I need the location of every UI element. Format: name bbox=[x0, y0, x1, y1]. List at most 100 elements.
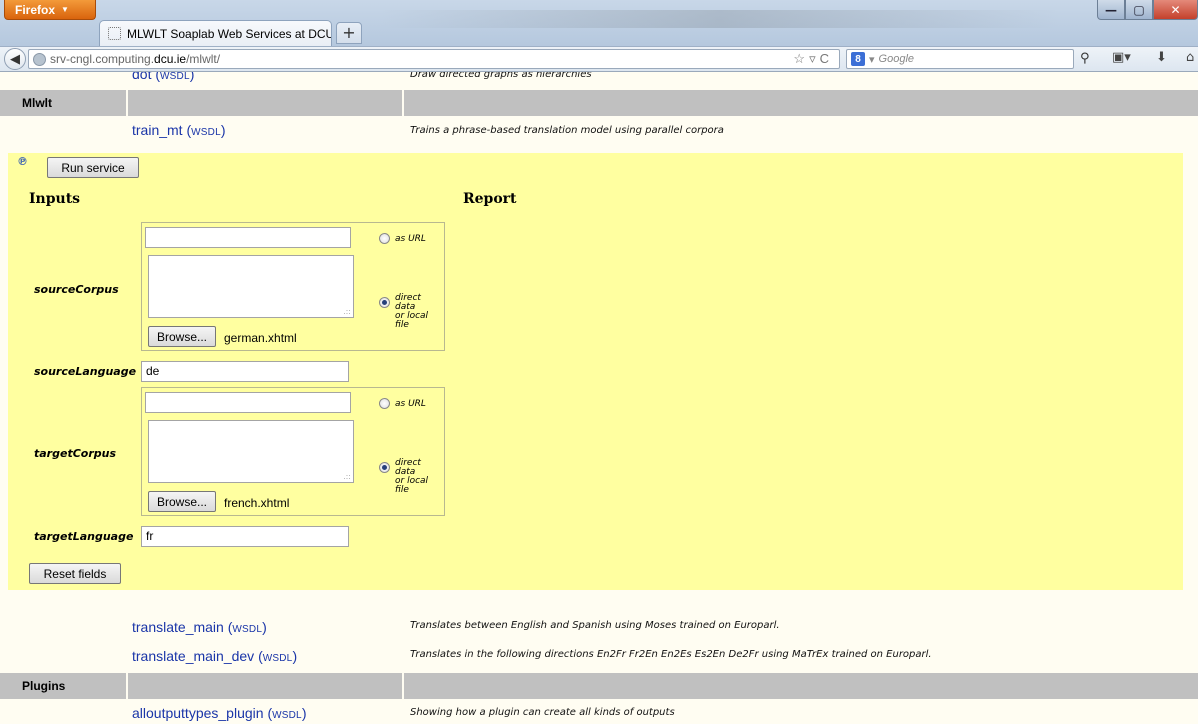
service-description: Showing how a plugin can create all kind… bbox=[410, 707, 675, 718]
direct-data-line1: direct data bbox=[395, 458, 421, 477]
target-corpus-filename: french.xhtml bbox=[224, 496, 290, 510]
service-link-dot[interactable]: dot (wsdl) bbox=[132, 72, 194, 82]
param-label-target-corpus: targetCorpus bbox=[34, 447, 117, 460]
search-engine-dropdown-icon[interactable]: ▾ bbox=[869, 53, 875, 66]
service-link-translate-main: translate_main (wsdl) bbox=[132, 619, 267, 635]
category-row-mlwlt: Mlwlt bbox=[0, 90, 1198, 116]
category-cell-empty bbox=[128, 673, 402, 699]
target-corpus-browse-button[interactable]: Browse... bbox=[148, 491, 216, 512]
bookmark-star-icon[interactable]: ☆ bbox=[793, 51, 809, 66]
source-corpus-textarea[interactable]: .:: bbox=[148, 255, 354, 318]
service-link-alloutputtypes-plugin: alloutputtypes_plugin (wsdl) bbox=[132, 705, 307, 721]
source-corpus-direct-data-radio[interactable] bbox=[379, 297, 390, 308]
back-button[interactable]: ◀ bbox=[4, 48, 26, 70]
service-row-translate-main: translate_main (wsdl) Translates between… bbox=[0, 615, 1198, 641]
category-row-plugins: Plugins bbox=[0, 673, 1198, 699]
maximize-icon: ▢ bbox=[1133, 2, 1145, 17]
service-description: Draw directed graphs as hierarchies bbox=[410, 72, 592, 80]
plus-icon: + bbox=[342, 23, 356, 42]
service-description: Translates in the following directions E… bbox=[410, 649, 932, 660]
direct-data-line2: or local file bbox=[395, 476, 429, 495]
source-corpus-as-url-radio[interactable] bbox=[379, 233, 390, 244]
source-corpus-filename: german.xhtml bbox=[224, 331, 297, 345]
url-bar[interactable]: srv-cngl.computing.dcu.ie/mlwlt/ ☆▿C bbox=[28, 49, 840, 69]
as-url-label: as URL bbox=[395, 234, 426, 244]
category-cell: Mlwlt bbox=[0, 90, 126, 116]
wsdl-link[interactable]: wsdl bbox=[232, 619, 262, 635]
direct-data-label: direct data or local file bbox=[395, 294, 444, 330]
wsdl-link[interactable]: wsdl bbox=[160, 72, 190, 82]
search-bar[interactable]: 8 ▾ Google bbox=[846, 49, 1074, 69]
inputs-heading: Inputs bbox=[29, 191, 81, 207]
downloads-icon[interactable]: ⬇ bbox=[1156, 50, 1167, 65]
bookmarks-menu-icon[interactable]: ▣▾ bbox=[1112, 50, 1131, 65]
window-titlebar: Firefox ▼ MLWLT Soaplab Web Services at … bbox=[0, 0, 1198, 46]
new-tab-button[interactable]: + bbox=[336, 22, 362, 44]
resize-grip-icon[interactable]: .:: bbox=[343, 472, 351, 481]
wsdl-link[interactable]: wsdl bbox=[272, 705, 302, 721]
param-label-target-language: targetLanguage bbox=[34, 530, 134, 543]
source-corpus-url-input[interactable] bbox=[145, 227, 351, 248]
url-prefix: srv-cngl.computing. bbox=[50, 52, 155, 66]
chevron-down-icon: ▼ bbox=[61, 5, 69, 14]
param-label-source-language: sourceLanguage bbox=[34, 365, 137, 378]
target-language-input[interactable]: fr bbox=[141, 526, 349, 547]
help-icon[interactable]: ℗ bbox=[17, 155, 32, 168]
url-path: /mlwlt/ bbox=[186, 52, 221, 66]
reload-icon[interactable]: C bbox=[820, 51, 833, 66]
url-domain: dcu.ie bbox=[154, 52, 187, 66]
resize-grip-icon[interactable]: .:: bbox=[343, 307, 351, 316]
tab-title: MLWLT Soaplab Web Services at DCU bbox=[127, 26, 332, 41]
service-name[interactable]: train_mt bbox=[132, 122, 183, 138]
service-name[interactable]: translate_main_dev bbox=[132, 648, 254, 664]
target-corpus-as-url-radio[interactable] bbox=[379, 398, 390, 409]
page-favicon-icon bbox=[108, 27, 121, 40]
service-name[interactable]: alloutputtypes_plugin bbox=[132, 705, 264, 721]
report-heading: Report bbox=[463, 191, 517, 207]
service-name[interactable]: dot bbox=[132, 72, 151, 82]
wsdl-link[interactable]: wsdl bbox=[191, 122, 221, 138]
service-link-translate-main-dev: translate_main_dev (wsdl) bbox=[132, 648, 298, 664]
firefox-menu-label: Firefox bbox=[15, 2, 56, 17]
firefox-menu-button[interactable]: Firefox ▼ bbox=[4, 0, 96, 20]
minimize-button[interactable]: — bbox=[1097, 0, 1125, 20]
url-text: srv-cngl.computing.dcu.ie/mlwlt/ bbox=[50, 52, 220, 66]
page-content: dot (wsdl) Draw directed graphs as hiera… bbox=[0, 72, 1198, 724]
target-corpus-textarea[interactable]: .:: bbox=[148, 420, 354, 483]
tab-mlwlt[interactable]: MLWLT Soaplab Web Services at DCU bbox=[99, 20, 332, 46]
home-icon[interactable]: ⌂ bbox=[1186, 50, 1194, 65]
maximize-button[interactable]: ▢ bbox=[1125, 0, 1153, 20]
search-icon[interactable]: ⚲ bbox=[1080, 51, 1090, 66]
category-cell-empty bbox=[404, 673, 1198, 699]
service-row-translate-main-dev: translate_main_dev (wsdl) Translates in … bbox=[0, 644, 1198, 670]
service-description: Trains a phrase-based translation model … bbox=[410, 125, 724, 136]
url-bar-icons: ☆▿C bbox=[793, 51, 833, 67]
source-language-input[interactable]: de bbox=[141, 361, 349, 382]
wsdl-link[interactable]: wsdl bbox=[263, 648, 293, 664]
category-label: Mlwlt bbox=[22, 96, 52, 110]
site-identity-icon[interactable] bbox=[33, 52, 46, 66]
titlebar-background-blur bbox=[380, 10, 1060, 28]
category-cell-empty bbox=[404, 90, 1198, 116]
history-dropdown-icon[interactable]: ▿ bbox=[809, 51, 820, 66]
service-link-train-mt: train_mt (wsdl) bbox=[132, 122, 226, 138]
target-corpus-direct-data-radio[interactable] bbox=[379, 462, 390, 473]
target-corpus-url-input[interactable] bbox=[145, 392, 351, 413]
run-service-button[interactable]: Run service bbox=[47, 157, 139, 178]
search-placeholder: Google bbox=[878, 53, 915, 65]
direct-data-line2: or local file bbox=[395, 311, 429, 330]
reset-fields-button[interactable]: Reset fields bbox=[29, 563, 121, 584]
navigation-toolbar: ◀ srv-cngl.computing.dcu.ie/mlwlt/ ☆▿C 8… bbox=[0, 46, 1198, 72]
category-label: Plugins bbox=[22, 679, 66, 693]
back-arrow-icon: ◀ bbox=[10, 51, 20, 67]
source-corpus-browse-button[interactable]: Browse... bbox=[148, 326, 216, 347]
close-window-button[interactable]: ✕ bbox=[1153, 0, 1198, 20]
as-url-label: as URL bbox=[395, 399, 426, 409]
direct-data-line1: direct data bbox=[395, 293, 421, 312]
search-engine-icon[interactable]: 8 bbox=[851, 52, 865, 66]
param-label-source-corpus: sourceCorpus bbox=[34, 283, 119, 296]
service-name[interactable]: translate_main bbox=[132, 619, 224, 635]
source-corpus-fieldset: as URL .:: direct data or local file Brow… bbox=[141, 222, 445, 351]
category-cell-empty bbox=[128, 90, 402, 116]
service-row-alloutputtypes-plugin: alloutputtypes_plugin (wsdl) Showing how… bbox=[0, 701, 1198, 724]
